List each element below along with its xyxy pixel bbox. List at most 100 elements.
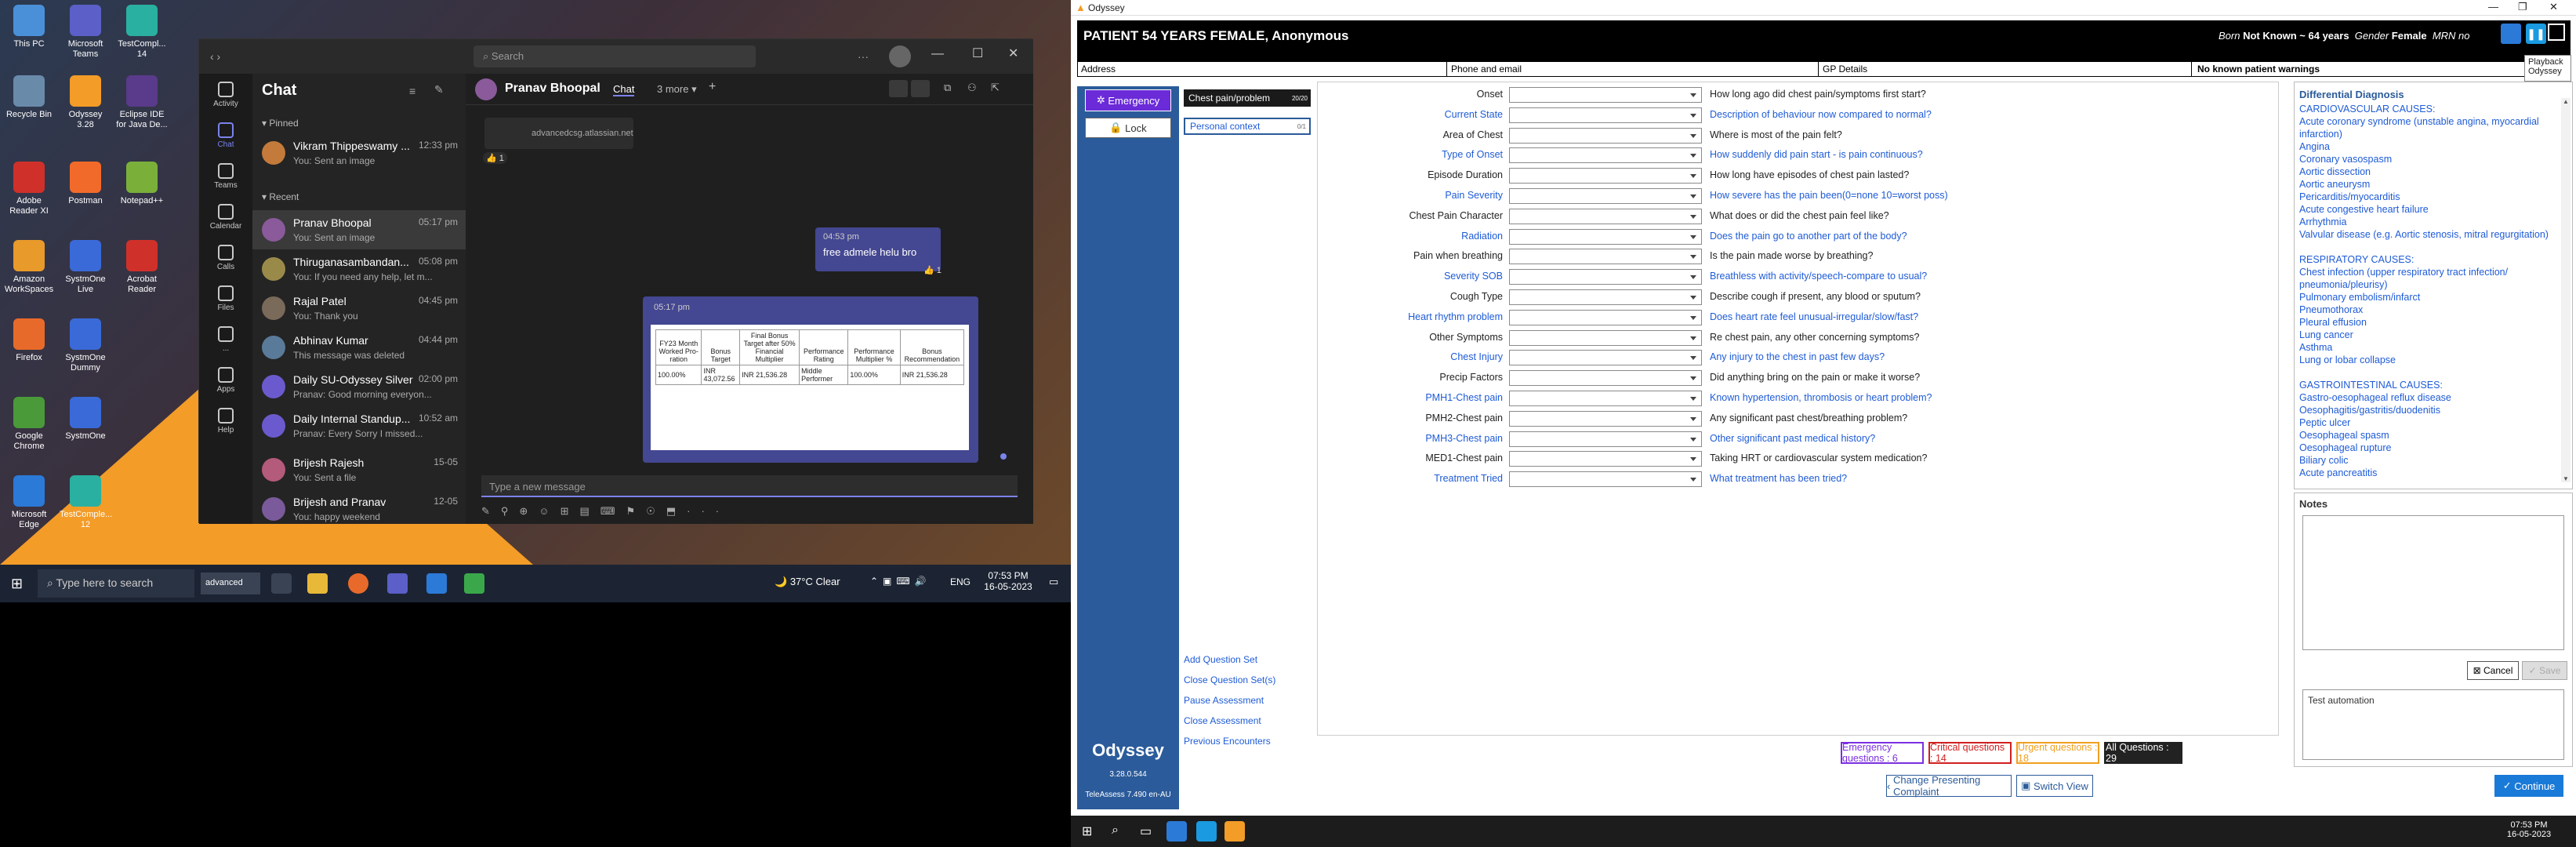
chat-list-item[interactable]: Brijesh and Pranav You: happy weekend 12-0… [252,489,466,529]
outlook-icon[interactable] [1166,821,1187,842]
advanced-app-button[interactable]: advanced [201,573,260,594]
sidebar-link[interactable]: Add Question Set [1184,654,1257,665]
answer-dropdown[interactable] [1509,350,1702,366]
teams-taskbar-icon[interactable] [387,573,408,594]
minimize-icon[interactable]: — [2488,1,2498,13]
chat-list-item[interactable]: Vikram Thippeswamy ... You: Sent an image… [252,133,466,173]
rail-item[interactable]: ... [199,326,252,353]
message-bubble[interactable]: 04:53 pm free admele helu bro [815,227,941,271]
add-tab-icon[interactable]: + [709,80,716,94]
scrollbar[interactable]: ▲ ▼ [2561,98,2571,482]
windows-start-icon[interactable]: ⊞ [11,576,23,592]
save-button[interactable]: ✓ Save [2522,661,2567,680]
answer-dropdown[interactable] [1509,147,1702,164]
sidebar-link[interactable]: Close Assessment [1184,715,1261,726]
back-forward-icon[interactable]: ‹ › [210,50,220,63]
question-set-card[interactable]: Personal context 0/1 [1184,118,1311,135]
desktop-icon[interactable]: Acrobat Reader [116,240,168,295]
chat-list-item[interactable]: Daily SU-Odyssey Silver Pranav: Good morn… [252,367,466,406]
filter-icon[interactable]: ≡ [409,85,415,97]
chat-list-item[interactable]: Thiruganasambandan... You: If you need an… [252,249,466,289]
video-call-icon[interactable] [889,80,908,97]
answer-dropdown[interactable] [1509,410,1702,427]
rail-item[interactable]: Calls [199,245,252,271]
answer-dropdown[interactable] [1509,471,1702,488]
answer-dropdown[interactable] [1509,451,1702,467]
chat-list-item[interactable]: Daily Internal Standup... Pranav: Every S… [252,406,466,445]
desktop-icon[interactable]: Eclipse IDE for Java De... [116,75,168,130]
desktop-icon[interactable]: Firefox [3,318,55,363]
people-icon[interactable]: ⚇ [967,82,977,94]
desktop-icon[interactable]: Microsoft Edge [3,475,55,530]
question-set-card[interactable]: Chest pain/problem 20/20 [1184,89,1311,107]
language[interactable]: ENG [950,576,971,587]
chat-list-item[interactable]: Pranav Bhoopal You: Sent an image 05:17 pm [252,210,466,249]
answer-dropdown[interactable] [1509,309,1702,325]
new-chat-icon[interactable]: ✎ [434,83,444,96]
task-view-icon[interactable] [271,573,292,594]
answer-dropdown[interactable] [1509,269,1702,285]
chat-list-item[interactable]: Abhinav Kumar This message was deleted 04:… [252,328,466,367]
answer-dropdown[interactable] [1509,168,1702,184]
search-icon[interactable]: ⌕ [1112,823,1119,838]
compose-input[interactable]: Type a new message [481,475,1018,497]
emergency-button[interactable]: ✲ Emergency [1085,89,1171,111]
answer-dropdown[interactable] [1509,329,1702,346]
lock-button[interactable]: 🔒 Lock [1085,118,1171,138]
notes-textarea[interactable] [2302,515,2564,650]
desktop-icon[interactable]: Postman [60,162,111,206]
link-preview[interactable]: advancedcsg.atlassian.net [484,118,633,149]
answer-dropdown[interactable] [1509,431,1702,447]
firefox-icon[interactable] [348,573,368,594]
answer-dropdown[interactable] [1509,228,1702,245]
answer-dropdown[interactable] [1509,107,1702,123]
tab-chat[interactable]: Chat [613,83,635,96]
answer-dropdown[interactable] [1509,249,1702,265]
outlook-icon[interactable] [426,573,447,594]
task-view-icon[interactable]: ▭ [1140,823,1152,839]
question-count-badge[interactable]: Urgent questions : 18 [2016,742,2099,764]
stop-icon[interactable] [2548,24,2565,41]
screen-share-icon[interactable]: ⧉ [944,82,951,94]
answer-dropdown[interactable] [1509,188,1702,204]
change-complaint-button[interactable]: ‹ Change Presenting Complaint [1886,774,2012,798]
desktop-icon[interactable]: Odyssey 3.28 [60,75,111,130]
question-count-badge[interactable]: Emergency questions : 6 [1841,742,1924,764]
reaction-badge[interactable]: 👍 1 [483,152,507,164]
question-count-badge[interactable]: Critical questions : 14 [1928,742,2012,764]
tray-icons[interactable]: ⌃▣⌨🔊 [870,576,931,587]
chat-list-item[interactable]: Rajal Patel You: Thank you 04:45 pm [252,289,466,328]
odyssey-shortcut-icon[interactable] [2501,24,2521,44]
rail-item[interactable]: Chat [199,122,252,149]
rail-item[interactable]: Help [199,408,252,434]
answer-dropdown[interactable] [1509,370,1702,387]
desktop-icon[interactable]: This PC [3,5,55,49]
desktop-icon[interactable]: Notepad++ [116,162,168,206]
desktop-icon[interactable]: SystmOne [60,397,111,442]
compose-toolbar[interactable]: ✎⚲⊕☺⊞▤⌨⚑☉⬒··· [481,505,1018,521]
reaction-badge[interactable]: 👍 1 [923,265,942,275]
automation-text[interactable]: Test automation [2302,689,2564,760]
weather[interactable]: 🌙 37°C Clear [775,576,840,588]
cancel-button[interactable]: ⊠ Cancel [2467,661,2519,680]
desktop-icon[interactable]: Microsoft Teams [60,5,111,60]
answer-dropdown[interactable] [1509,87,1702,103]
answer-dropdown[interactable] [1509,127,1702,144]
rail-item[interactable]: Calendar [199,204,252,231]
desktop-icon[interactable]: TestComple... 12 [60,475,112,530]
chat-list-item[interactable]: Brijesh Rajesh You: Sent a file 15-05 [252,450,466,489]
sidebar-link[interactable]: Previous Encounters [1184,736,1271,747]
file-explorer-icon[interactable] [307,573,328,594]
desktop-icon[interactable]: SystmOne Live [60,240,111,295]
profile-avatar[interactable] [889,45,911,67]
pause-icon[interactable]: ❚❚ [2526,24,2546,44]
rail-item[interactable]: Activity [199,82,252,108]
maximize-icon[interactable]: ☐ [972,45,983,61]
popout-icon[interactable]: ⇱ [991,82,1000,94]
taskbar-search[interactable]: ⌕ Type here to search [38,569,194,598]
answer-dropdown[interactable] [1509,391,1702,406]
clock[interactable]: 07:53 PM 16-05-2023 [980,570,1036,592]
odyssey-shortcut-icon[interactable] [1196,821,1217,842]
continue-button[interactable]: ✓ Continue [2494,775,2563,797]
more-icon[interactable]: ··· [858,50,869,63]
